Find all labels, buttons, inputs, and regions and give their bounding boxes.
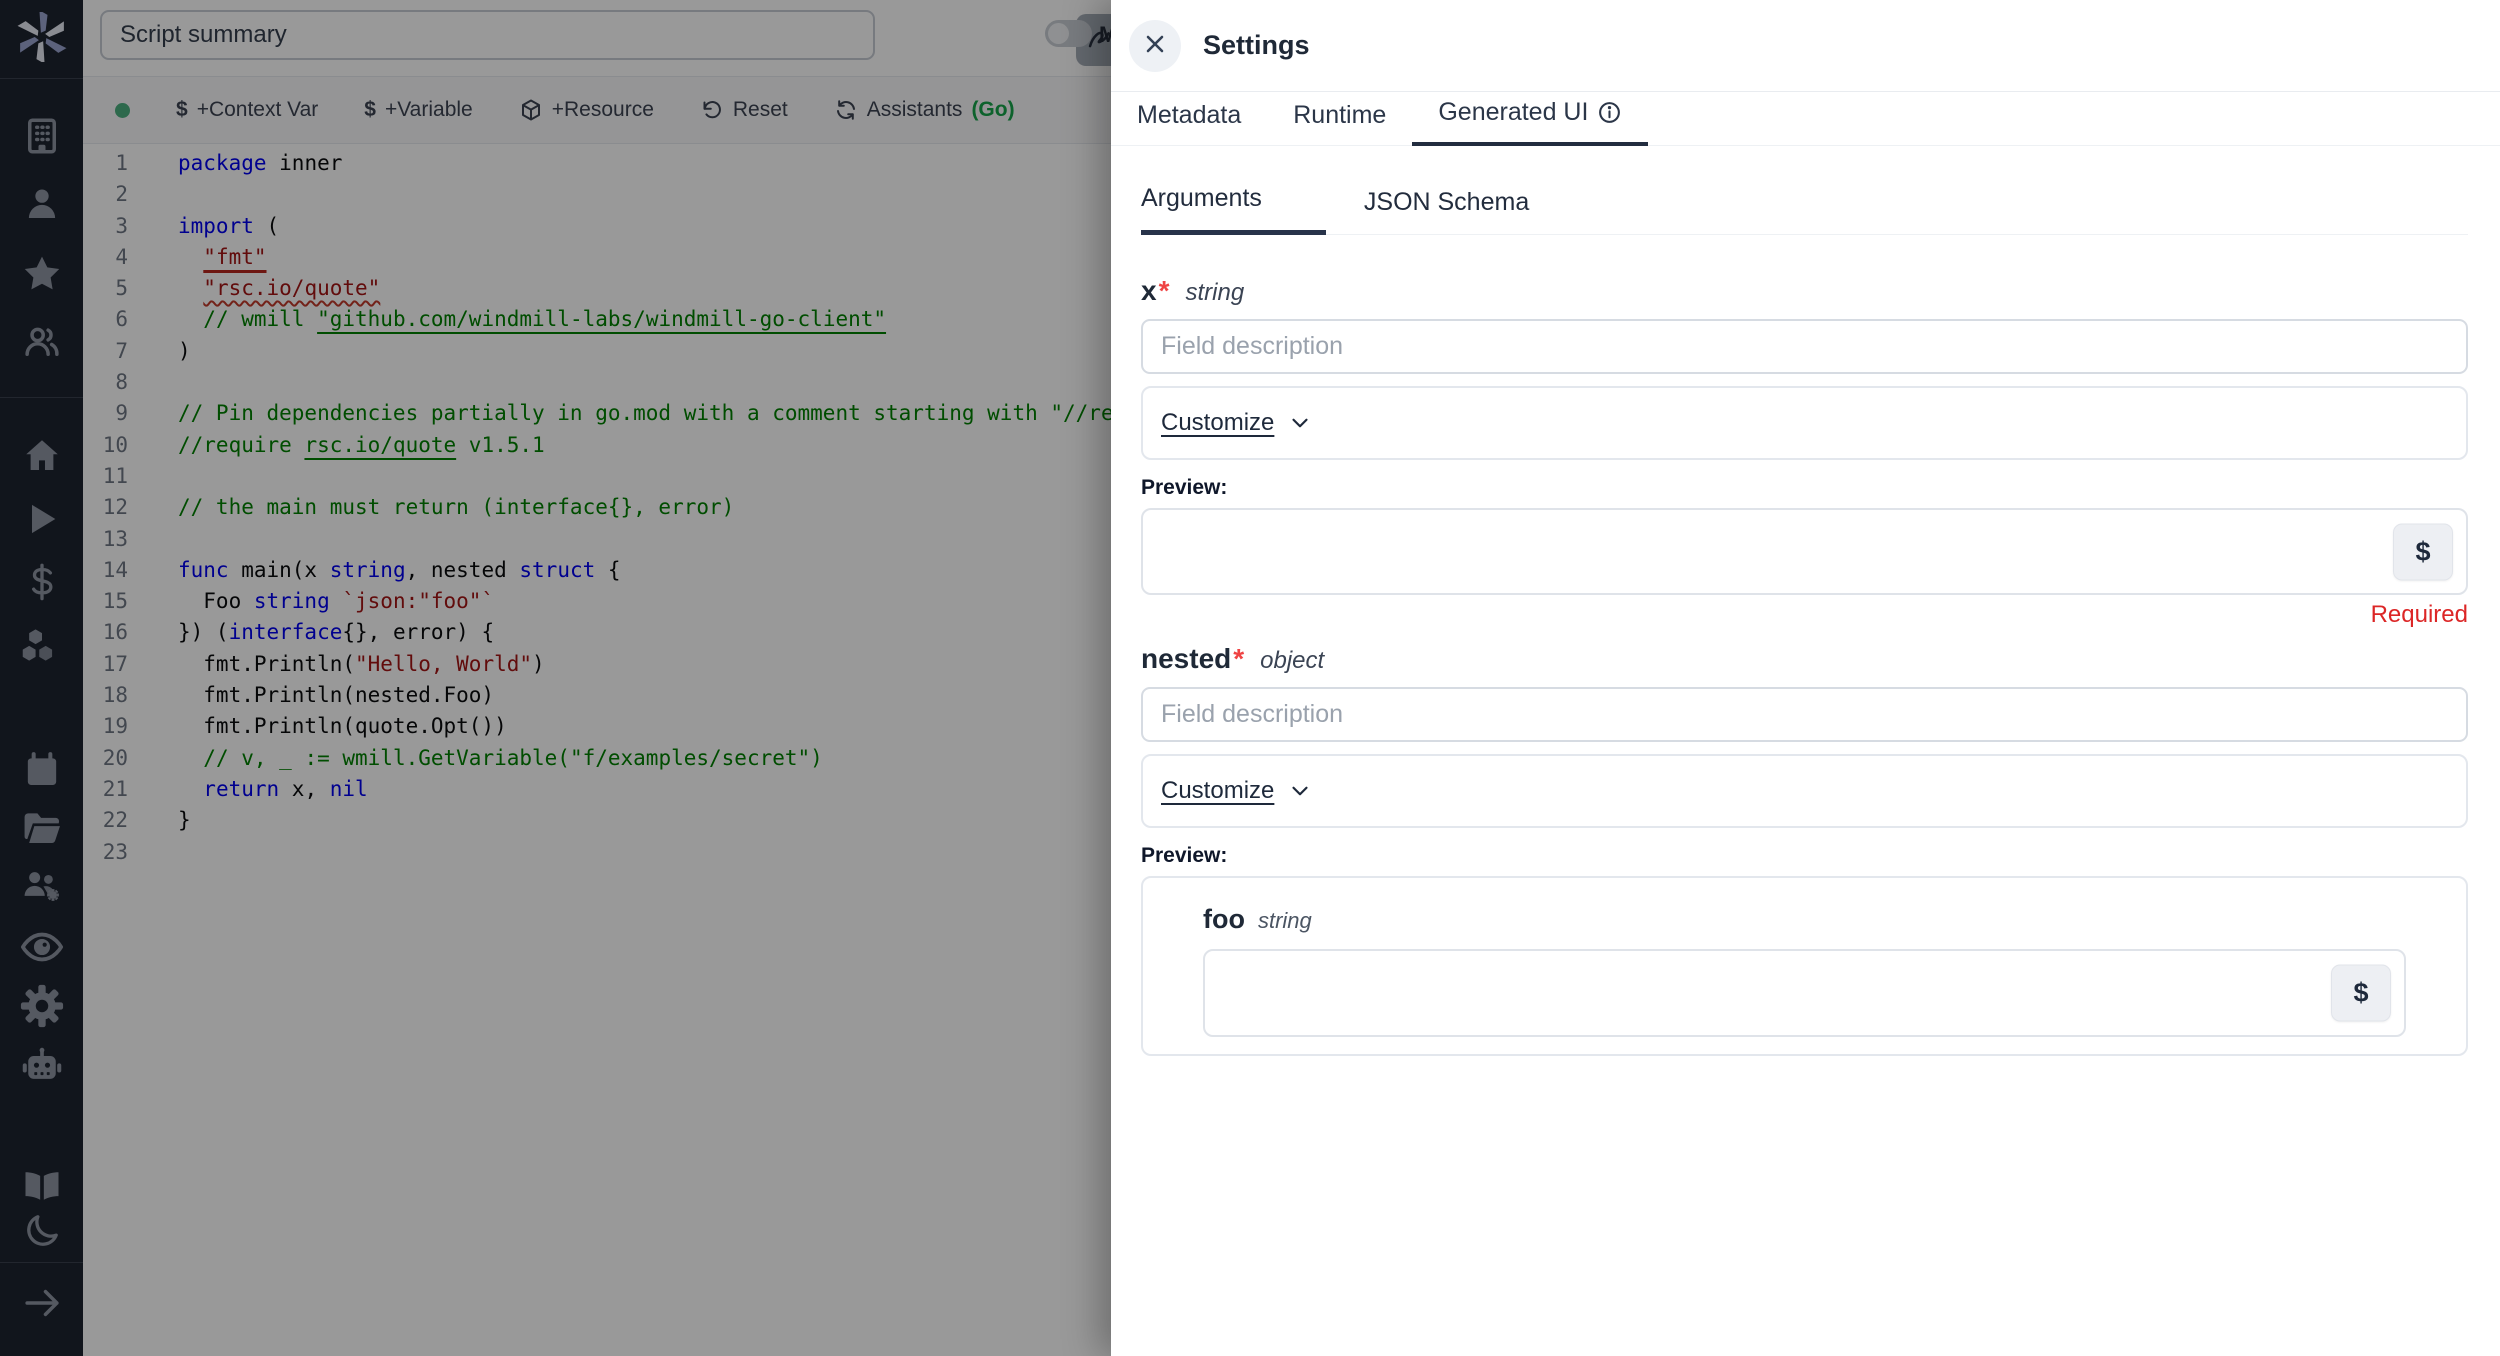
tab-metadata[interactable]: Metadata [1111, 101, 1267, 145]
modal-overlay[interactable] [0, 0, 1111, 1356]
chevron-down-icon [1287, 778, 1313, 804]
close-settings-button[interactable] [1129, 20, 1181, 72]
settings-title: Settings [1203, 30, 1310, 61]
customize-box: Customize [1141, 386, 2468, 460]
tab-label: Metadata [1137, 101, 1241, 130]
info-icon [1597, 100, 1622, 125]
settings-drawer: Settings Metadata Runtime Generated UI Arg… [1111, 0, 2500, 1356]
property-value-input[interactable]: $ [1203, 949, 2406, 1037]
generated-ui-subtabs: Arguments JSON Schema [1141, 184, 2468, 235]
close-icon [1143, 32, 1167, 59]
field-description-input[interactable] [1141, 319, 2468, 374]
argument-name: x [1141, 275, 1157, 307]
argument-name: nested [1141, 643, 1231, 675]
customize-toggle[interactable]: Customize [1161, 777, 1313, 805]
tab-label: Runtime [1293, 101, 1386, 130]
required-asterisk: * [1159, 275, 1170, 307]
customize-label: Customize [1161, 777, 1274, 805]
object-property-label: foo string [1203, 904, 2406, 935]
preview-label: Preview: [1141, 476, 2468, 500]
property-name: foo [1203, 904, 1245, 935]
arguments-list: x * string Customize Preview: $ Required… [1141, 275, 2468, 1056]
argument-field-x: x * string Customize Preview: $ Required [1141, 275, 2468, 629]
object-preview-box: foo string $ [1141, 876, 2468, 1056]
customize-box: Customize [1141, 754, 2468, 828]
subtab-arguments[interactable]: Arguments [1141, 184, 1326, 235]
property-type: string [1258, 908, 1312, 934]
chevron-down-icon [1287, 410, 1313, 436]
required-asterisk: * [1233, 643, 1244, 675]
required-note: Required [1141, 601, 2468, 629]
field-description-input[interactable] [1141, 687, 2468, 742]
customize-label: Customize [1161, 409, 1274, 437]
tab-runtime[interactable]: Runtime [1267, 101, 1412, 145]
argument-field-nested: nested * object Customize Preview: foo s… [1141, 643, 2468, 1056]
insert-variable-button[interactable]: $ [2331, 965, 2391, 1022]
settings-body: Arguments JSON Schema x * string Customiz… [1111, 184, 2500, 1056]
tab-label: Generated UI [1438, 98, 1588, 127]
subtab-json-schema[interactable]: JSON Schema [1364, 188, 1529, 234]
tab-generated-ui[interactable]: Generated UI [1412, 98, 1648, 146]
argument-type: object [1260, 647, 1324, 675]
argument-type: string [1185, 279, 1244, 307]
preview-value-input[interactable]: $ [1141, 508, 2468, 595]
argument-label: nested * object [1141, 643, 2468, 675]
settings-tabs: Metadata Runtime Generated UI [1111, 92, 2500, 146]
settings-header: Settings [1111, 0, 2500, 92]
argument-label: x * string [1141, 275, 2468, 307]
preview-label: Preview: [1141, 844, 2468, 868]
insert-variable-button[interactable]: $ [2393, 523, 2453, 580]
customize-toggle[interactable]: Customize [1161, 409, 1313, 437]
